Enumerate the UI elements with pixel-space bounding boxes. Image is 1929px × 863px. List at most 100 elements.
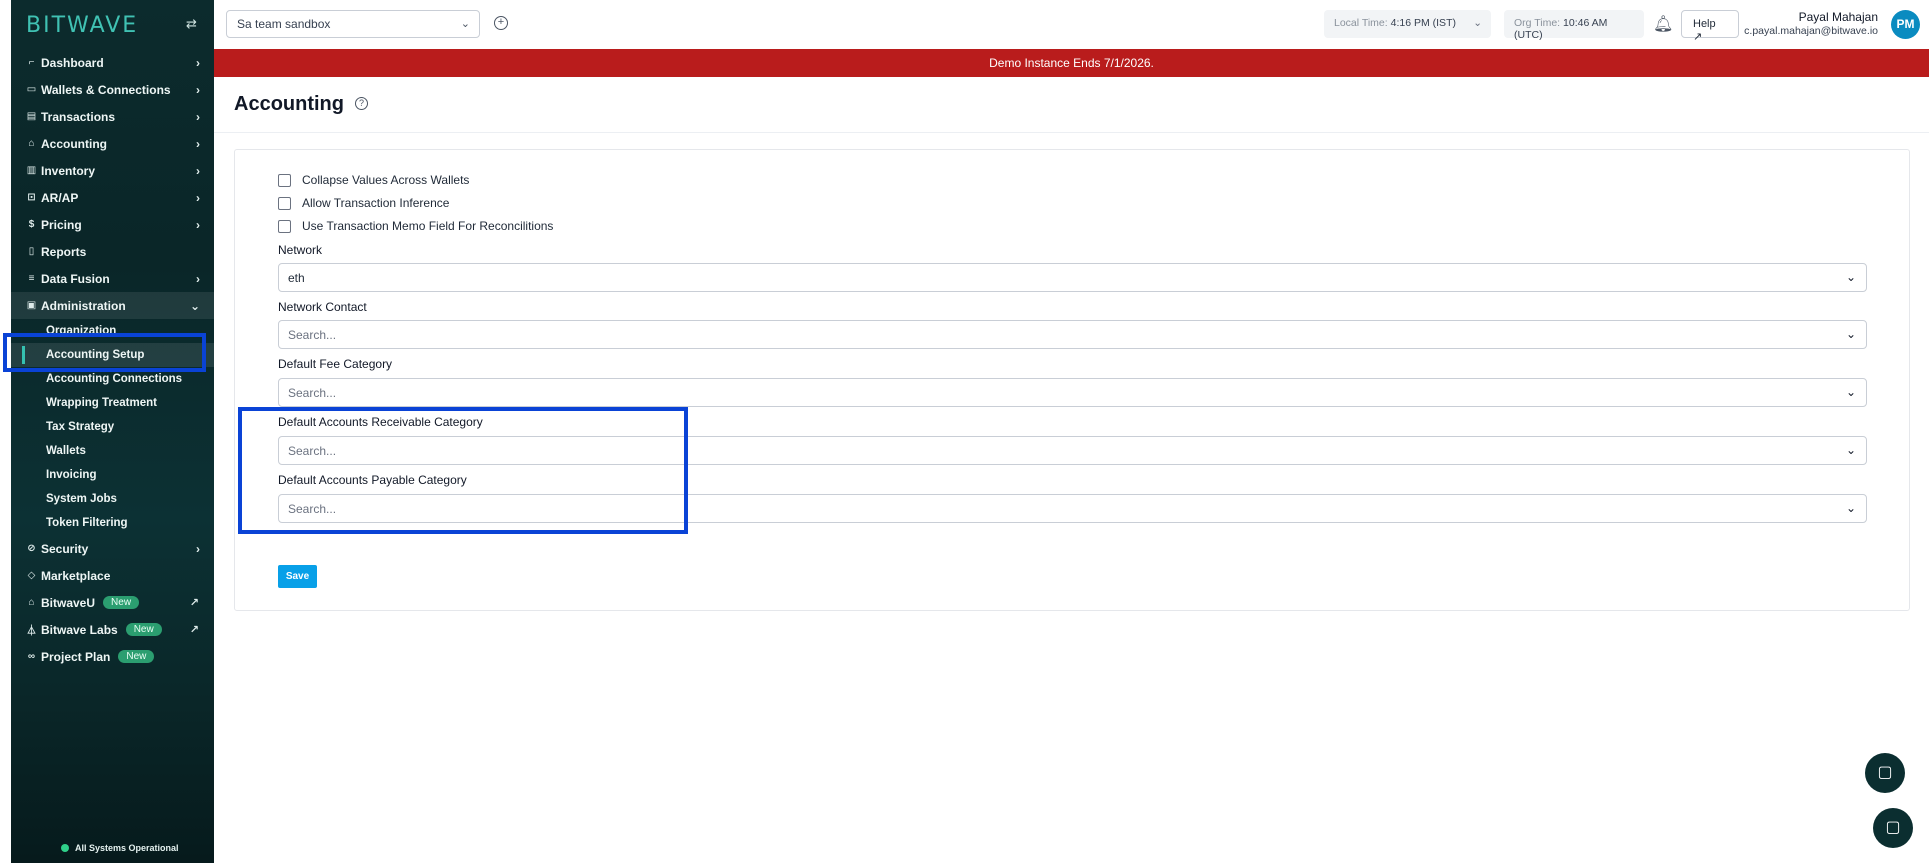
- org-time-display: Org Time: 10:46 AM (UTC): [1504, 10, 1644, 41]
- sidebar-item-accounting[interactable]: ⌂ Accounting ›: [11, 130, 214, 157]
- checkbox-label: Use Transaction Memo Field For Reconcili…: [302, 219, 554, 233]
- sidebar-subitem-system-jobs[interactable]: System Jobs: [11, 487, 214, 511]
- chevron-down-icon: ⌄: [1845, 443, 1856, 457]
- graduation-cap-icon: ⌂: [28, 597, 35, 608]
- chat-icon[interactable]: ▢: [1865, 753, 1905, 793]
- user-email: c.payal.mahajan@bitwave.io: [1744, 25, 1878, 37]
- sidebar-item-label: Security: [41, 541, 89, 556]
- system-status[interactable]: All Systems Operational: [61, 843, 179, 853]
- avatar[interactable]: PM: [1891, 10, 1920, 39]
- network-label: Network: [278, 243, 323, 257]
- swap-icon[interactable]: ⇄: [186, 16, 202, 32]
- chevron-down-icon: ⌄: [189, 299, 200, 313]
- new-badge: New: [125, 623, 162, 636]
- brand-logo[interactable]: BITWAVE: [26, 12, 138, 38]
- sidebar-item-label: Bitwave Labs: [41, 622, 118, 637]
- sidebar-item-security[interactable]: ⊘ Security ›: [11, 535, 214, 562]
- sidebar-item-transactions[interactable]: ▤ Transactions ›: [11, 103, 214, 130]
- sidebar-item-label: Pricing: [41, 217, 82, 232]
- new-badge: New: [118, 650, 155, 663]
- local-time-selector[interactable]: Local Time: 4:16 PM (IST) ⌄: [1324, 10, 1491, 38]
- sidebar-item-ar-ap[interactable]: ⊡ AR/AP ›: [11, 184, 214, 211]
- tag-icon: ◇: [27, 570, 36, 581]
- user-name: Payal Mahajan: [1798, 10, 1878, 24]
- sidebar-item-label: Wallets & Connections: [41, 82, 171, 97]
- new-badge: New: [103, 596, 140, 609]
- sidebar-item-bitwaveu[interactable]: ⌂ BitwaveU New ↗: [11, 589, 214, 616]
- chevron-down-icon: ⌄: [1845, 270, 1856, 284]
- transactions-icon: ▤: [26, 111, 37, 122]
- chevron-down-icon: ⌄: [460, 18, 470, 30]
- top-bar: Sa team sandbox ⌄ + Local Time: 4:16 PM …: [214, 0, 1929, 49]
- chevron-right-icon: ›: [196, 110, 200, 124]
- sidebar: BITWAVE ⇄ ⌐ Dashboard › ▭ Wallets & Conn…: [11, 0, 214, 863]
- default-fee-category-select[interactable]: Search... ⌄: [278, 378, 1867, 407]
- sidebar-item-label: Dashboard: [41, 55, 104, 70]
- external-link-icon: ↗: [1693, 31, 1703, 43]
- network-contact-select[interactable]: Search... ⌄: [278, 320, 1867, 349]
- checkbox-label: Collapse Values Across Wallets: [302, 173, 470, 187]
- sidebar-item-label: Accounting: [41, 136, 107, 151]
- org-selector[interactable]: Sa team sandbox ⌄: [226, 10, 480, 38]
- help-button[interactable]: Help ↗: [1681, 10, 1739, 43]
- sidebar-subitem-token-filtering[interactable]: Token Filtering: [11, 511, 214, 535]
- chevron-right-icon: ›: [196, 542, 200, 556]
- sidebar-item-label: Inventory: [41, 163, 96, 178]
- local-time-label: Local Time:: [1334, 17, 1388, 29]
- sidebar-item-project-plan[interactable]: ∞ Project Plan New: [11, 643, 214, 670]
- chevron-right-icon: ›: [196, 272, 200, 286]
- save-button[interactable]: Save: [278, 565, 317, 588]
- sidebar-subitem-tax-strategy[interactable]: Tax Strategy: [11, 415, 214, 439]
- sidebar-item-wallets-connections[interactable]: ▭ Wallets & Connections ›: [11, 76, 214, 103]
- sidebar-item-label: Reports: [41, 244, 87, 259]
- external-link-icon: ↗: [189, 624, 199, 636]
- sidebar-item-inventory[interactable]: ▥ Inventory ›: [11, 157, 214, 184]
- default-fee-category-placeholder: Search...: [288, 386, 337, 400]
- chevron-down-icon: ⌄: [1845, 501, 1856, 515]
- chevron-down-icon: ⌄: [1845, 327, 1856, 341]
- highlight-box-sidebar: [3, 333, 206, 372]
- sidebar-item-marketplace[interactable]: ◇ Marketplace: [11, 562, 214, 589]
- demo-banner: Demo Instance Ends 7/1/2026.: [214, 49, 1929, 77]
- org-time-label: Org Time:: [1514, 17, 1561, 29]
- chart-line-icon: ⌐: [28, 57, 35, 68]
- sidebar-item-dashboard[interactable]: ⌐ Dashboard ›: [11, 49, 214, 76]
- checkbox[interactable]: [278, 196, 291, 210]
- chevron-right-icon: ›: [196, 137, 200, 151]
- sidebar-subitem-invoicing[interactable]: Invoicing: [11, 463, 214, 487]
- external-link-icon: ↗: [189, 597, 199, 609]
- chat-icon[interactable]: ▢: [1873, 808, 1913, 848]
- report-icon: ▯: [28, 246, 35, 257]
- checkbox[interactable]: [278, 173, 291, 187]
- sidebar-subitem-wallets[interactable]: Wallets: [11, 439, 214, 463]
- sidebar-item-data-fusion[interactable]: ≡ Data Fusion ›: [11, 265, 214, 292]
- checkbox[interactable]: [278, 219, 291, 233]
- page-title: Accounting: [234, 93, 344, 115]
- sidebar-item-label: Data Fusion: [41, 271, 110, 286]
- chevron-right-icon: ›: [196, 83, 200, 97]
- checkbox-collapse-values[interactable]: Collapse Values Across Wallets: [278, 171, 469, 189]
- highlight-box-ar-ap-fields: [238, 407, 688, 534]
- chevron-down-icon: ⌄: [1473, 17, 1482, 29]
- sidebar-item-reports[interactable]: ▯ Reports: [11, 238, 214, 265]
- sidebar-item-pricing[interactable]: $ Pricing ›: [11, 211, 214, 238]
- checkbox-allow-inference[interactable]: Allow Transaction Inference: [278, 194, 449, 212]
- chevron-down-icon: ⌄: [1845, 385, 1856, 399]
- local-time-value: 4:16 PM (IST): [1390, 17, 1456, 29]
- sidebar-item-label: Transactions: [41, 109, 116, 124]
- help-circle-icon[interactable]: ?: [355, 97, 368, 110]
- sidebar-item-label: Administration: [41, 298, 126, 313]
- sidebar-item-label: Marketplace: [41, 568, 111, 583]
- bell-icon[interactable]: 🔔︎: [1653, 14, 1673, 34]
- sidebar-subitem-wrapping-treatment[interactable]: Wrapping Treatment: [11, 391, 214, 415]
- help-label: Help: [1693, 18, 1716, 30]
- divider: [214, 132, 1929, 133]
- checkbox-memo-reconciliations[interactable]: Use Transaction Memo Field For Reconcili…: [278, 217, 553, 235]
- network-value: eth: [288, 271, 305, 285]
- default-fee-category-label: Default Fee Category: [278, 357, 393, 371]
- add-org-icon[interactable]: +: [494, 16, 508, 30]
- sidebar-item-administration[interactable]: ▣ Administration ⌄: [11, 292, 214, 319]
- network-select[interactable]: eth ⌄: [278, 263, 1867, 292]
- shield-icon: ⊘: [27, 543, 36, 554]
- sidebar-item-bitwave-labs[interactable]: ⏃ Bitwave Labs New ↗: [11, 616, 214, 643]
